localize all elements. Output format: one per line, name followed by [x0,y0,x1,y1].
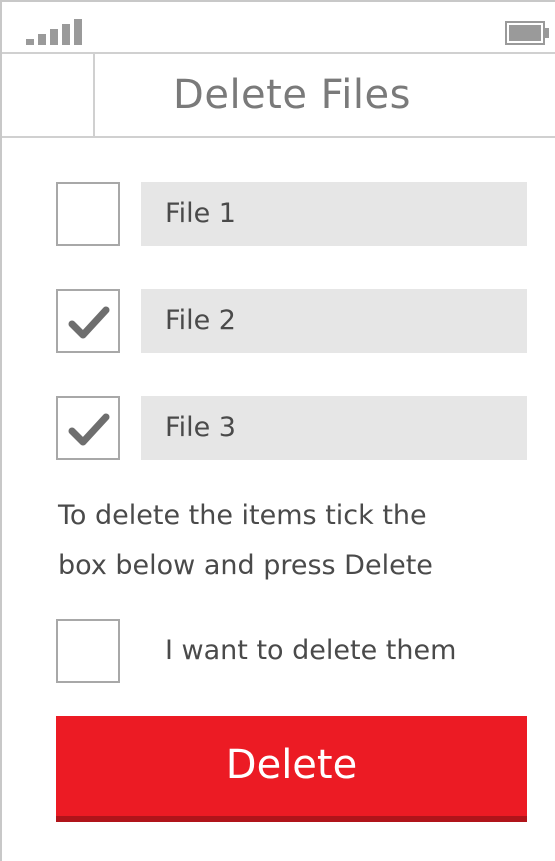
file-3-label: File 3 [165,412,236,443]
signal-strength-icon [26,19,82,45]
checkmark-icon [68,413,110,446]
instructions-text: To delete the items tick the box below a… [58,491,528,591]
file-3-checkbox[interactable] [56,396,120,460]
instructions-line-2: box below and press Delete [58,550,433,581]
checkmark-icon [68,306,110,339]
instructions-line-1: To delete the items tick the [58,500,427,531]
delete-button-label: Delete [225,742,358,788]
file-1-field: File 1 [141,182,527,246]
phone-frame: Delete Files File 1 File 2 File 3 To del… [0,0,555,861]
file-2-field: File 2 [141,289,527,353]
status-bar [2,2,555,54]
file-1-checkbox[interactable] [56,182,120,246]
file-1-label: File 1 [165,198,236,229]
title-bar: Delete Files [2,54,555,138]
confirm-delete-label: I want to delete them [165,635,457,666]
confirm-delete-checkbox[interactable] [56,619,120,683]
file-2-checkbox[interactable] [56,289,120,353]
nav-back-area[interactable] [2,54,95,136]
delete-button[interactable]: Delete [56,716,527,822]
battery-icon [505,21,549,45]
page-title: Delete Files [173,72,411,118]
file-3-field: File 3 [141,396,527,460]
file-2-label: File 2 [165,305,236,336]
